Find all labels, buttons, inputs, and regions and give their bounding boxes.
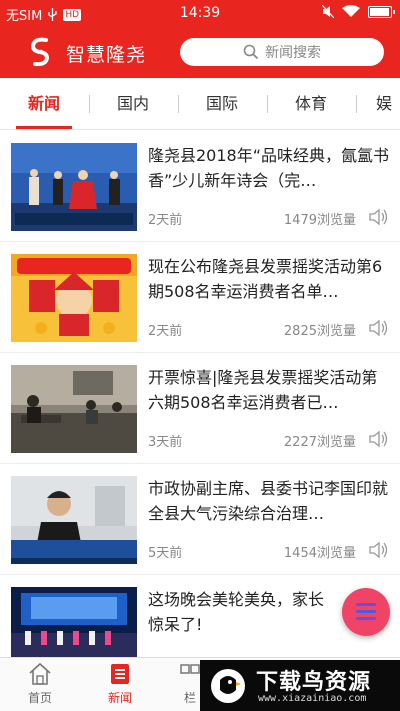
news-list-item[interactable]: 这场晚会美轮美奂，家长惊呆了! (0, 575, 400, 657)
news-title: 市政协副主席、县委书记李国印就全县大气污染综合治理… (148, 479, 389, 523)
news-title: 这场晚会美轮美奂，家长惊呆了! (148, 590, 325, 634)
nav-column-label: 栏 (183, 691, 196, 705)
tab-domestic[interactable]: 国内 (103, 78, 163, 130)
news-thumbnail (11, 143, 137, 231)
status-bar: 无SIM HD 14:39 (0, 0, 400, 26)
news-title: 隆尧县2018年“品味经典，氤氲书香”少儿新年诗会（完… (148, 146, 390, 190)
news-list-item[interactable]: 开票惊喜|隆尧县发票摇奖活动第六期508名幸运消费者已… 3天前 2227浏览量 (0, 353, 400, 464)
nav-news-label: 新闻 (107, 691, 132, 705)
news-time: 5天前 (148, 546, 183, 561)
app-logo-icon (30, 37, 50, 67)
news-thumbnail (11, 365, 137, 453)
news-icon (111, 664, 129, 684)
news-thumbnail (11, 587, 137, 657)
search-input[interactable]: 新闻搜索 (180, 38, 384, 66)
home-icon (29, 662, 51, 685)
speaker-icon[interactable] (368, 318, 390, 338)
news-view-count: 1479浏览量 (283, 213, 356, 228)
tab-sports[interactable]: 体育 (281, 78, 341, 130)
mute-icon (322, 5, 334, 18)
tab-entertainment[interactable]: 娱 (376, 78, 400, 130)
nav-home-label: 首页 (27, 691, 52, 705)
app-header: 智慧隆尧 新闻搜索 (0, 26, 400, 78)
news-thumbnail (11, 254, 137, 342)
menu-line (356, 603, 376, 606)
news-time: 2天前 (148, 324, 183, 339)
news-list-item[interactable]: 现在公布隆尧县发票摇奖活动第6期508名幸运消费者名单… 2天前 2825浏览量 (0, 242, 400, 353)
wifi-icon (342, 5, 360, 17)
search-icon (243, 44, 259, 60)
menu-line (356, 610, 376, 613)
news-title: 开票惊喜|隆尧县发票摇奖活动第六期508名幸运消费者已… (148, 368, 378, 412)
news-time: 2天前 (148, 213, 183, 228)
watermark-title: 下载鸟资源 (256, 670, 372, 695)
watermark: 下载鸟资源 www.xiazainiao.com (200, 660, 400, 711)
nav-news[interactable]: 新闻 (90, 662, 150, 706)
tab-divider (178, 95, 179, 113)
news-view-count: 2227浏览量 (283, 435, 356, 450)
news-list-item[interactable]: 隆尧县2018年“品味经典，氤氲书香”少儿新年诗会（完… 2天前 1479浏览量 (0, 131, 400, 242)
active-tab-indicator (16, 126, 72, 129)
column-icon (180, 664, 200, 674)
news-view-count: 1454浏览量 (283, 546, 356, 561)
bird-logo-icon (211, 669, 245, 703)
tab-divider (356, 95, 357, 113)
news-view-count: 2825浏览量 (283, 324, 356, 339)
news-list-item[interactable]: 市政协副主席、县委书记李国印就全县大气污染综合治理… 5天前 1454浏览量 (0, 464, 400, 575)
speaker-icon[interactable] (368, 429, 390, 449)
tab-divider (267, 95, 268, 113)
nav-home[interactable]: 首页 (10, 662, 70, 706)
tab-international[interactable]: 国际 (192, 78, 252, 130)
speaker-icon[interactable] (368, 540, 390, 560)
watermark-url: www.xiazainiao.com (258, 693, 367, 704)
tab-divider (89, 95, 90, 113)
floating-menu-button[interactable] (342, 588, 390, 636)
news-title: 现在公布隆尧县发票摇奖活动第6期508名幸运消费者名单… (148, 257, 383, 301)
app-title: 智慧隆尧 (66, 44, 147, 66)
news-thumbnail (11, 476, 137, 564)
search-placeholder: 新闻搜索 (265, 45, 321, 61)
status-right (322, 5, 395, 18)
menu-line (356, 617, 376, 620)
speaker-icon[interactable] (368, 207, 390, 227)
tab-news[interactable]: 新闻 (14, 78, 74, 130)
news-time: 3天前 (148, 435, 183, 450)
category-tabs: 新闻 国内 国际 体育 娱 (0, 78, 400, 130)
battery-icon (368, 5, 395, 18)
